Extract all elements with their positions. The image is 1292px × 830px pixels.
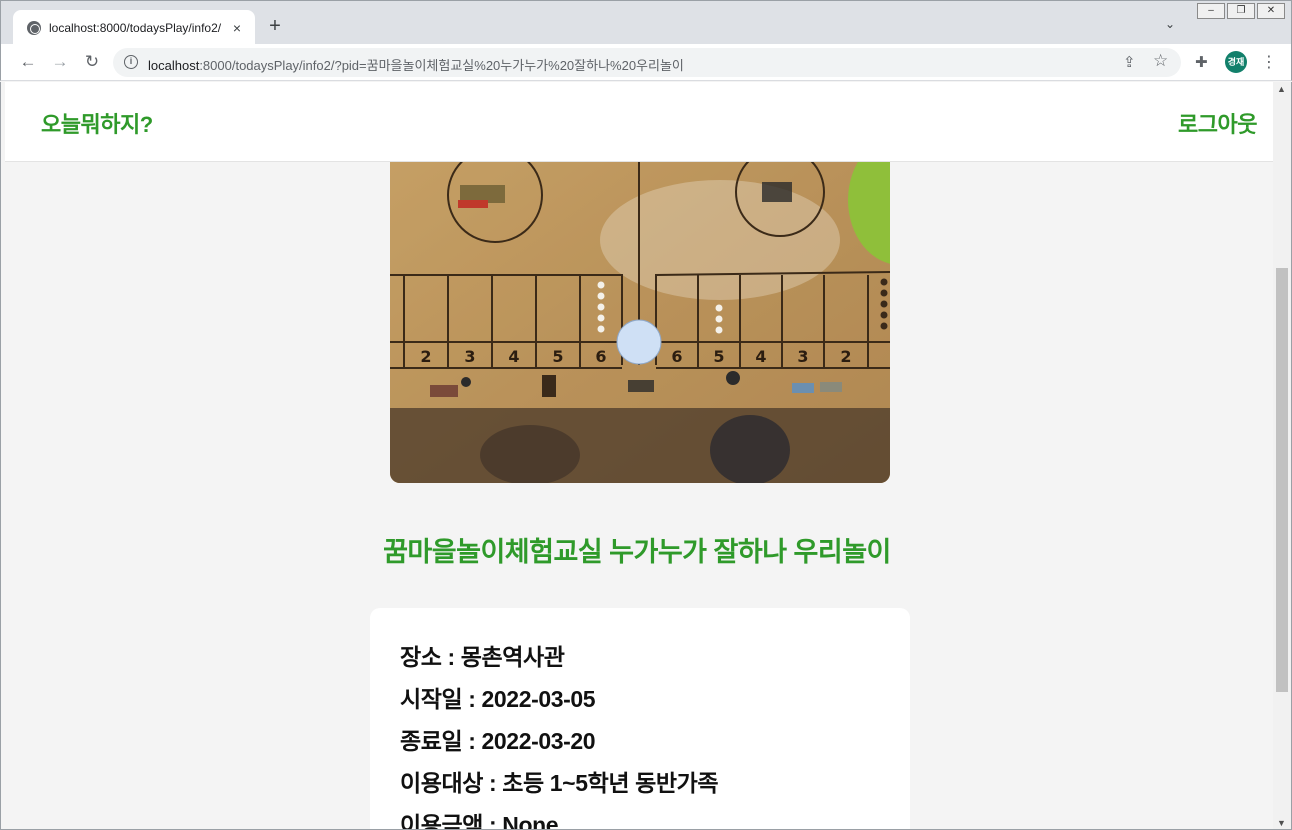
extensions-puzzle-icon[interactable]: ✚ — [1195, 53, 1208, 71]
forward-arrow-icon[interactable]: → — [49, 51, 71, 73]
new-tab-button[interactable]: + — [265, 15, 285, 37]
board-number: 3 — [464, 347, 475, 366]
board-number: 2 — [840, 347, 851, 366]
board-number: 3 — [797, 347, 808, 366]
site-info-icon[interactable]: i — [124, 55, 138, 69]
address-bar[interactable]: i localhost:8000/todaysPlay/info2/?pid=꿈… — [113, 48, 1181, 77]
window-controls: ‒ ❐ ✕ — [1197, 3, 1285, 19]
browser-menu-icon[interactable]: ⋮ — [1261, 52, 1277, 72]
site-logo-link[interactable]: 오늘뭐하지? — [41, 107, 153, 139]
play-title: 꿈마을놀이체험교실 누가누가 잘하나 우리놀이 — [383, 537, 891, 567]
back-arrow-icon[interactable]: ← — [17, 51, 39, 73]
board-number: 5 — [713, 347, 724, 366]
reload-icon[interactable]: ↻ — [81, 51, 103, 73]
page-scrollbar[interactable]: ▲ ▼ — [1273, 82, 1291, 829]
play-info-card: 장소 : 몽촌역사관 시작일 : 2022-03-05 종료일 : 2022-0… — [370, 608, 910, 830]
url-text[interactable]: localhost:8000/todaysPlay/info2/?pid=꿈마을… — [148, 55, 684, 74]
restore-icon[interactable]: ❐ — [1227, 3, 1255, 19]
tab-search-chevron-icon[interactable]: ⌄ — [1165, 17, 1175, 31]
scroll-down-icon[interactable]: ▼ — [1277, 818, 1286, 828]
info-price: 이용금액 : None — [400, 812, 559, 830]
tab-close-icon[interactable]: × — [229, 20, 245, 36]
info-start-date: 시작일 : 2022-03-05 — [400, 686, 596, 712]
play-photo: 2 3 4 5 6 6 5 4 3 2 — [390, 120, 890, 483]
board-number: 5 — [552, 347, 563, 366]
close-window-icon[interactable]: ✕ — [1257, 3, 1285, 19]
tab-title: localhost:8000/todaysPlay/info2/ — [49, 20, 222, 35]
info-end-date: 종료일 : 2022-03-20 — [400, 728, 596, 754]
globe-icon — [27, 20, 41, 35]
board-number: 4 — [508, 347, 519, 366]
board-number: 6 — [595, 347, 606, 366]
board-number: 4 — [755, 347, 766, 366]
scrollbar-thumb[interactable] — [1276, 268, 1288, 692]
browser-tab[interactable]: localhost:8000/todaysPlay/info2/ × — [13, 10, 255, 45]
browser-toolbar: ← → ↻ i localhost:8000/todaysPlay/info2/… — [0, 44, 1292, 81]
minimize-icon[interactable]: ‒ — [1197, 3, 1225, 19]
board-number: 2 — [420, 347, 431, 366]
profile-avatar[interactable]: 경재 — [1225, 51, 1247, 73]
bookmark-star-icon[interactable]: ☆ — [1153, 51, 1168, 71]
info-location: 장소 : 몽촌역사관 — [400, 644, 565, 670]
scroll-up-icon[interactable]: ▲ — [1277, 84, 1286, 94]
browser-tab-strip: localhost:8000/todaysPlay/info2/ × + ⌄ ‒… — [0, 0, 1292, 45]
logout-link[interactable]: 로그아웃 — [1178, 107, 1257, 139]
share-icon[interactable]: ⇪ — [1123, 53, 1136, 71]
info-target: 이용대상 : 초등 1~5학년 동반가족 — [400, 770, 719, 796]
page-viewport: 오늘뭐하지? 로그아웃 2 3 4 5 6 6 5 4 3 2 꿈마을놀이체험교… — [0, 82, 1292, 830]
board-number: 6 — [671, 347, 682, 366]
site-header: 오늘뭐하지? 로그아웃 — [5, 82, 1273, 162]
